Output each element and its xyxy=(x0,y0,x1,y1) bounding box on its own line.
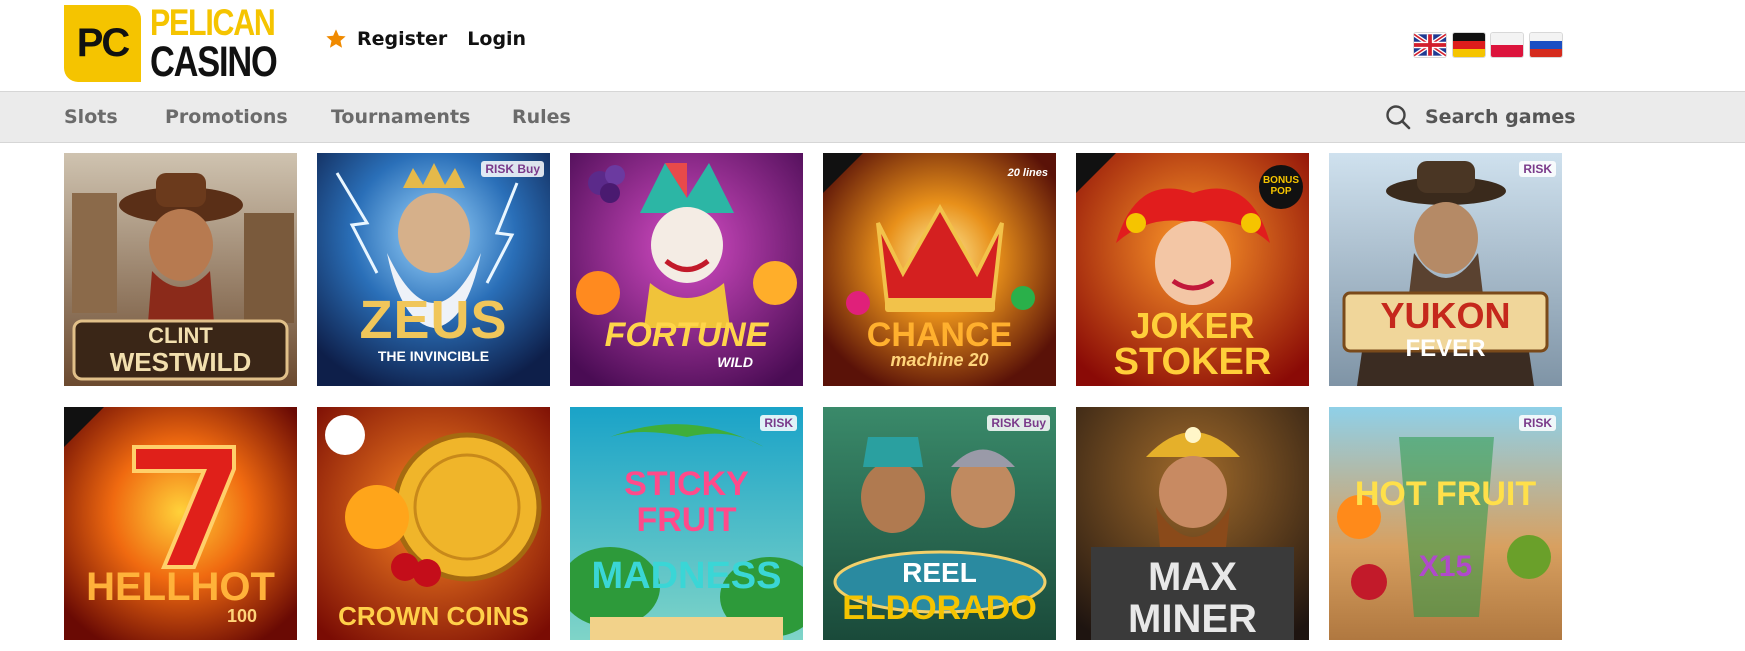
register-link[interactable]: Register xyxy=(357,28,447,50)
game-tile-max-miner[interactable]: MAX MINER xyxy=(1076,407,1309,640)
uk-flag-icon[interactable] xyxy=(1414,33,1446,57)
poland-flag-icon[interactable] xyxy=(1491,33,1523,57)
game-search xyxy=(1385,92,1605,142)
search-icon[interactable] xyxy=(1385,104,1411,130)
game-tile-joker-stoker[interactable]: BONUS POP JOKER STOKER xyxy=(1076,153,1309,386)
game-title-line1: FORTUNE xyxy=(604,316,769,354)
game-tile-chance-machine-20[interactable]: 20 lines CHANCE machine 20 xyxy=(823,153,1056,386)
nav-item-slots[interactable]: Slots xyxy=(64,92,118,142)
game-title-line1: CHANCE xyxy=(866,316,1013,354)
germany-flag-icon[interactable] xyxy=(1452,33,1485,57)
bonus-pop-badge: BONUS POP xyxy=(1259,165,1303,209)
risk-buy-badge: RISK Buy xyxy=(987,415,1050,431)
game-tile-zeus[interactable]: RISK Buy ZEUS THE INVINCIBLE xyxy=(317,153,550,386)
game-tile-fortune-wild[interactable]: FORTUNE WILD xyxy=(570,153,803,386)
game-title-line1: STICKY FRUIT xyxy=(624,465,749,539)
nav-item-promotions[interactable]: Promotions xyxy=(165,92,288,142)
game-art xyxy=(1329,407,1562,640)
logo-badge: PC xyxy=(64,5,141,82)
game-title-line2: FEVER xyxy=(1405,335,1486,362)
game-title-line2: machine 20 xyxy=(890,350,989,370)
russia-flag-icon[interactable] xyxy=(1529,33,1562,57)
site-header: PC PELICAN CASINO Register Login xyxy=(0,0,1745,91)
star-icon xyxy=(326,29,346,48)
game-tile-hot-fruit-x15[interactable]: RISK HOT FRUIT X15 xyxy=(1329,407,1562,640)
game-tile-reel-eldorado[interactable]: RISK Buy REEL ELDORADO xyxy=(823,407,1056,640)
login-link[interactable]: Login xyxy=(467,28,526,50)
game-tile-crown-coins[interactable]: CROWN COINS xyxy=(317,407,550,640)
search-input[interactable] xyxy=(1425,106,1605,128)
language-switcher xyxy=(1414,33,1568,57)
risk-badge: RISK xyxy=(1519,161,1556,177)
game-tile-sticky-fruit-madness[interactable]: RISK STICKY FRUIT MADNESS xyxy=(570,407,803,640)
game-title-line1: YUKON xyxy=(1380,295,1511,336)
logo-word-casino: CASINO xyxy=(150,38,278,86)
game-title-line2: THE INVINCIBLE xyxy=(377,348,490,364)
site-logo[interactable]: PC PELICAN CASINO xyxy=(64,2,278,86)
game-tile-hellhot-100[interactable]: HELLHOT 100 xyxy=(64,407,297,640)
game-title-line2: MINER xyxy=(1128,597,1257,640)
game-title-line1: CROWN COINS xyxy=(338,601,529,631)
game-title-line2: X15 xyxy=(1418,550,1473,583)
risk-buy-badge: RISK Buy xyxy=(481,161,544,177)
main-nav: Slots Promotions Tournaments Rules xyxy=(0,91,1745,143)
nav-item-tournaments[interactable]: Tournaments xyxy=(331,92,470,142)
game-title-line1: JOKER xyxy=(1130,305,1255,346)
game-title-line1: MAX xyxy=(1148,555,1237,599)
game-title-line1: CLINT xyxy=(148,323,213,348)
game-title-line2: WILD xyxy=(717,354,753,370)
game-title-line2: 100 xyxy=(226,606,257,626)
game-title-line1: HOT FRUIT xyxy=(1354,475,1537,513)
nav-item-rules[interactable]: Rules xyxy=(512,92,571,142)
auth-links: Register Login xyxy=(325,28,546,50)
game-title-line1: REEL xyxy=(902,557,977,588)
game-title-line2: ELDORADO xyxy=(842,589,1037,627)
game-title-line2: STOKER xyxy=(1113,341,1272,383)
lines-badge: 20 lines xyxy=(1007,167,1048,179)
game-title-line2: WESTWILD xyxy=(109,347,252,377)
game-tile-clint-westwild[interactable]: CLINT WESTWILD xyxy=(64,153,297,386)
game-title-line1: ZEUS xyxy=(359,290,508,350)
risk-badge: RISK xyxy=(760,415,797,431)
game-title-line2: MADNESS xyxy=(591,555,782,597)
risk-badge: RISK xyxy=(1519,415,1556,431)
game-tile-yukon-fever[interactable]: RISK YUKON FEVER xyxy=(1329,153,1562,386)
game-title-line1: HELLHOT xyxy=(86,565,275,609)
